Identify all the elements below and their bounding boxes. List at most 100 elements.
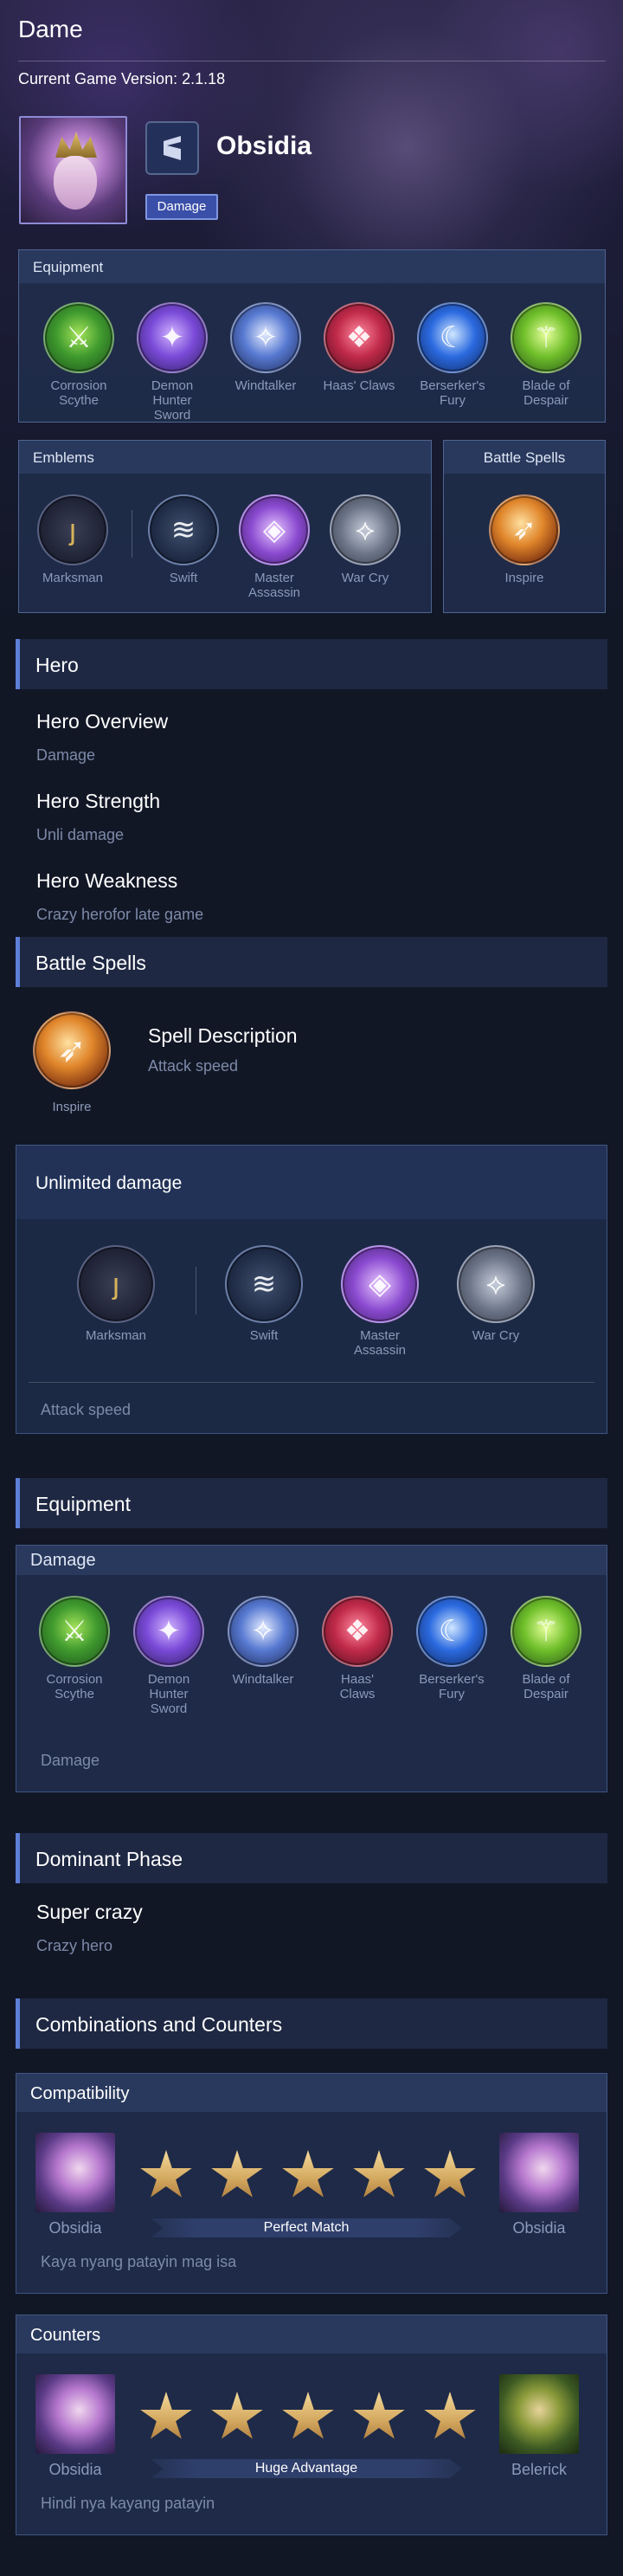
counters-title: Counters — [16, 2315, 607, 2353]
equipment-item-demon-hunter-sword[interactable]: ✦ Demon Hunter Sword — [133, 302, 211, 423]
hero-weakness-title: Hero Weakness — [36, 869, 178, 892]
compatibility-card: Compatibility Obsidia Perfect Match Obsi… — [16, 2073, 607, 2294]
equipment-item-corrosion-scythe[interactable]: ⚔ Corrosion Scythe — [40, 302, 118, 408]
counters-card: Counters Obsidia Huge Advantage Belerick… — [16, 2315, 607, 2535]
top-emblems-panel: Emblems ȷ Marksman ≋ Swift ◈ Master Assa… — [18, 440, 432, 613]
demon-hunter-sword-icon: ✦ — [137, 302, 208, 373]
emblem-card-swift[interactable]: ≋ Swift — [225, 1245, 303, 1343]
spell-inspire-large[interactable]: ➶ Inspire — [33, 1011, 111, 1114]
emblem-marksman[interactable]: ȷ Marksman — [34, 494, 112, 585]
haas-claws-icon: ❖ — [322, 1596, 393, 1667]
star-icon — [140, 2392, 192, 2439]
compat-left-avatar[interactable] — [35, 2133, 115, 2212]
emblem-master-assassin[interactable]: ◈ Master Assassin — [235, 494, 313, 600]
spell-description-title: Spell Description — [148, 1024, 298, 1047]
berserkers-fury-icon: ☾ — [416, 1596, 487, 1667]
page-title: Dame — [18, 16, 83, 42]
emblem-card-war-cry[interactable]: ⟡ War Cry — [457, 1245, 535, 1343]
equipment-card-blade-of-despair[interactable]: ⚚ Blade of Despair — [507, 1596, 585, 1701]
hero-overview-text: Damage — [36, 746, 96, 764]
dominant-phase-text: Crazy hero — [36, 1937, 113, 1954]
compat-left-name: Obsidia — [48, 2219, 102, 2237]
windtalker-icon: ✧ — [230, 302, 301, 373]
blade-of-despair-icon: ⚚ — [511, 302, 581, 373]
corrosion-scythe-icon: ⚔ — [43, 302, 114, 373]
emblem-card-marksman[interactable]: ȷ Marksman — [77, 1245, 155, 1343]
role-icon — [145, 121, 199, 175]
counter-note: Hindi nya kayang patayin — [41, 2495, 215, 2512]
marksman-icon: ȷ — [77, 1245, 155, 1323]
equipment-card-title: Damage — [16, 1546, 607, 1575]
emblem-card-title: Unlimited damage — [35, 1173, 183, 1193]
game-version: Current Game Version: 2.1.18 — [18, 70, 226, 87]
compat-rating: Perfect Match — [151, 2218, 462, 2237]
section-hero: Hero — [16, 639, 607, 689]
master-assassin-icon: ◈ — [239, 494, 310, 565]
counter-left-name: Obsidia — [48, 2461, 102, 2478]
top-equipment-panel: Equipment ⚔ Corrosion Scythe ✦ Demon Hun… — [18, 249, 606, 423]
war-cry-icon: ⟡ — [330, 494, 401, 565]
equipment-item-blade-of-despair[interactable]: ⚚ Blade of Despair — [507, 302, 585, 408]
equipment-card-corrosion-scythe[interactable]: ⚔ Corrosion Scythe — [35, 1596, 113, 1701]
equipment-card-berserkers-fury[interactable]: ☾ Berserker's Fury — [413, 1596, 491, 1701]
section-equipment: Equipment — [16, 1478, 607, 1528]
star-icon — [353, 2150, 405, 2198]
star-icon — [424, 2150, 476, 2198]
equipment-card-windtalker[interactable]: ✧ Windtalker — [224, 1596, 302, 1687]
star-icon — [282, 2392, 334, 2439]
star-icon — [140, 2150, 192, 2198]
counter-left-avatar[interactable] — [35, 2374, 115, 2454]
marksman-icon: ȷ — [37, 494, 108, 565]
emblem-war-cry[interactable]: ⟡ War Cry — [326, 494, 404, 585]
equipment-item-berserkers-fury[interactable]: ☾ Berserker's Fury — [414, 302, 491, 408]
emblem-card-note: Attack speed — [41, 1401, 132, 1418]
spell-description-text: Attack speed — [148, 1057, 239, 1075]
star-icon — [353, 2392, 405, 2439]
war-cry-icon: ⟡ — [457, 1245, 535, 1323]
compat-note: Kaya nyang patayin mag isa — [41, 2253, 237, 2270]
equipment-card-haas-claws[interactable]: ❖ Haas' Claws — [318, 1596, 396, 1701]
berserkers-fury-icon: ☾ — [417, 302, 488, 373]
equipment-card: Damage ⚔ Corrosion Scythe ✦ Demon Hunter… — [16, 1545, 607, 1792]
emblem-card-rule — [29, 1382, 594, 1383]
section-dominant-phase: Dominant Phase — [16, 1833, 607, 1883]
inspire-icon: ➶ — [489, 494, 560, 565]
hero-name: Obsidia — [216, 132, 312, 160]
master-assassin-icon: ◈ — [341, 1245, 419, 1323]
emblem-card-master-assassin[interactable]: ◈ Master Assassin — [341, 1245, 419, 1358]
hero-weakness-text: Crazy herofor late game — [36, 906, 204, 923]
spell-inspire[interactable]: ➶ Inspire — [485, 494, 563, 585]
spells-header: Battle Spells — [444, 441, 605, 474]
haas-claws-icon: ❖ — [324, 302, 395, 373]
emblems-header: Emblems — [19, 441, 431, 474]
hero-portrait — [19, 116, 127, 224]
compatibility-title: Compatibility — [16, 2074, 607, 2112]
star-icon — [424, 2392, 476, 2439]
counter-right-avatar[interactable] — [499, 2374, 579, 2454]
star-icon — [211, 2392, 263, 2439]
dominant-phase-heading: Super crazy — [36, 1901, 143, 1923]
corrosion-scythe-icon: ⚔ — [39, 1596, 110, 1667]
inspire-icon: ➶ — [33, 1011, 111, 1089]
counter-rating: Huge Advantage — [151, 2459, 462, 2478]
equipment-card-demon-hunter-sword[interactable]: ✦ Demon Hunter Sword — [130, 1596, 208, 1716]
equipment-header: Equipment — [19, 250, 605, 283]
star-icon — [211, 2150, 263, 2198]
equipment-item-haas-claws[interactable]: ❖ Haas' Claws — [320, 302, 398, 393]
section-battle-spells: Battle Spells — [16, 937, 607, 987]
equipment-item-windtalker[interactable]: ✧ Windtalker — [227, 302, 305, 393]
role-badge: Damage — [145, 194, 218, 220]
counter-right-name: Belerick — [511, 2461, 568, 2478]
demon-hunter-sword-icon: ✦ — [133, 1596, 204, 1667]
windtalker-icon: ✧ — [228, 1596, 299, 1667]
hero-strength-text: Unli damage — [36, 826, 125, 843]
hero-strength-title: Hero Strength — [36, 790, 161, 812]
compat-right-avatar[interactable] — [499, 2133, 579, 2212]
compat-right-name: Obsidia — [512, 2219, 566, 2237]
blade-of-despair-icon: ⚚ — [511, 1596, 581, 1667]
star-icon — [282, 2150, 334, 2198]
section-combinations-counters: Combinations and Counters — [16, 1998, 607, 2049]
emblem-swift[interactable]: ≋ Swift — [145, 494, 222, 585]
emblem-card: Unlimited damage ȷ Marksman ≋ Swift ◈ Ma… — [16, 1145, 607, 1434]
swift-icon: ≋ — [225, 1245, 303, 1323]
